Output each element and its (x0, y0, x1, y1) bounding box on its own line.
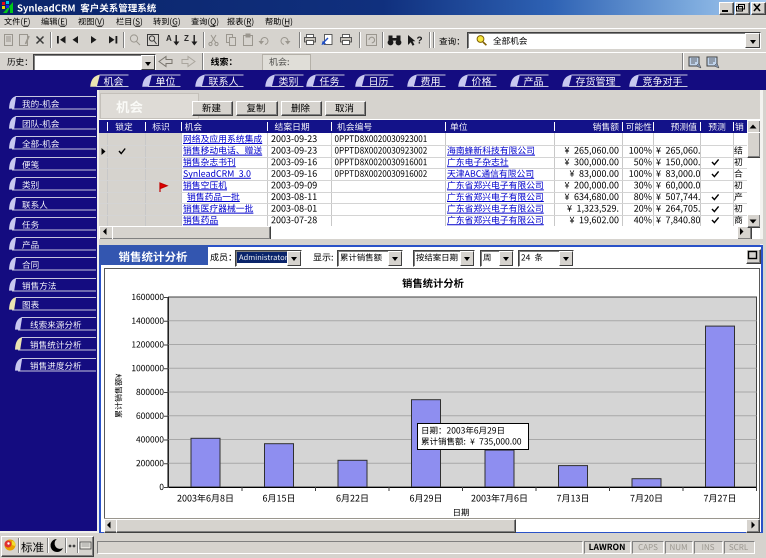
svg-text:A: A (166, 34, 172, 43)
svg-text:?: ? (417, 36, 423, 47)
svg-text:Z: Z (184, 34, 189, 43)
